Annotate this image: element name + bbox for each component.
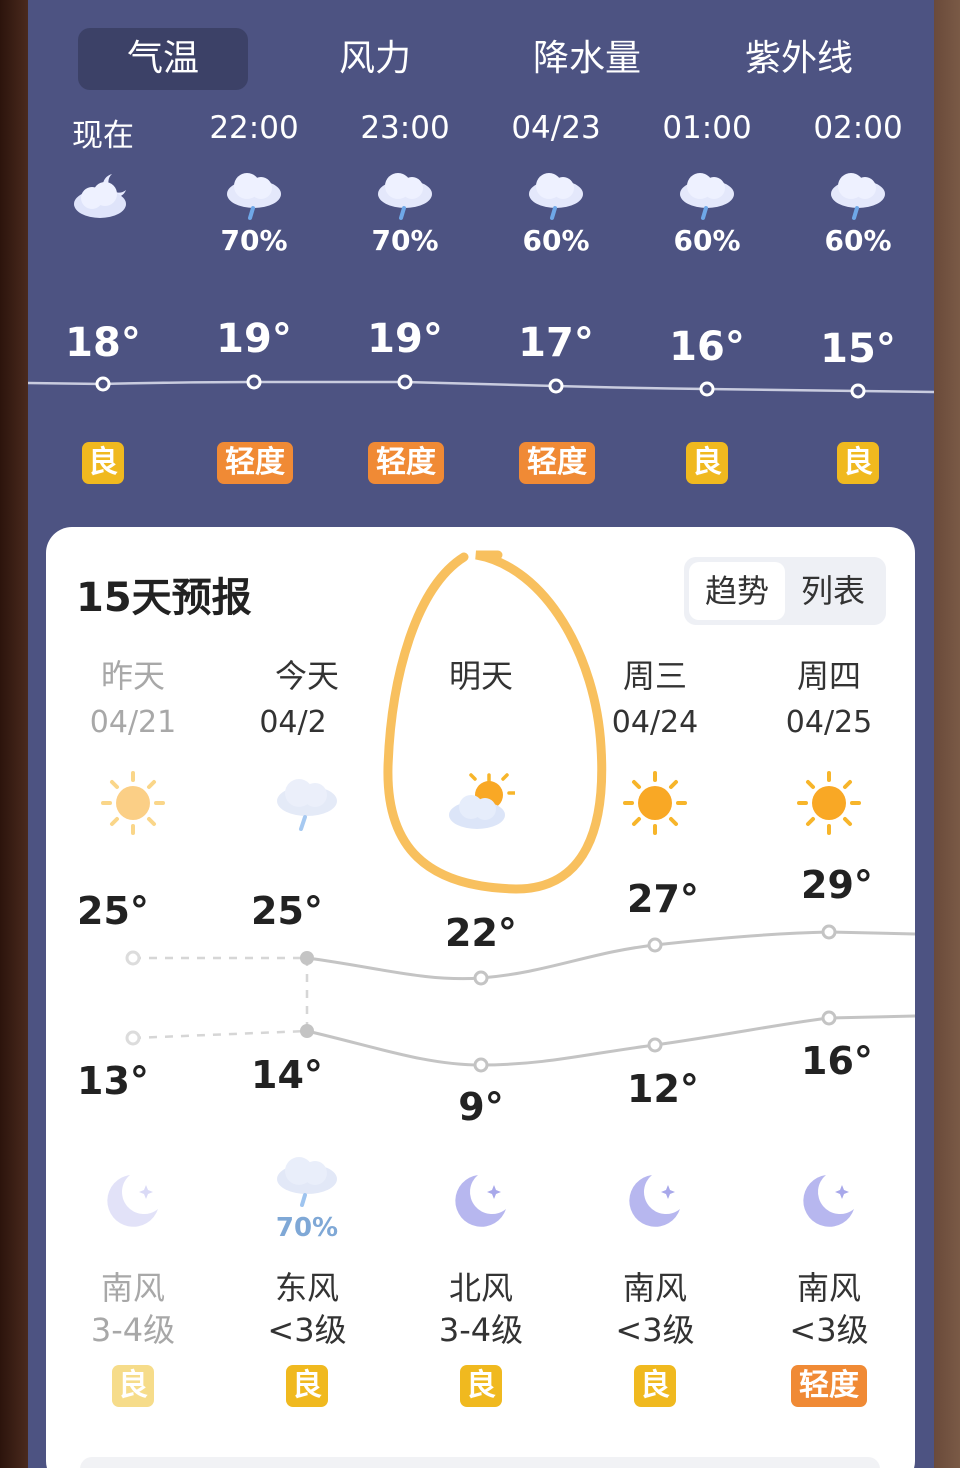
forecast-day-tomorrow[interactable]: 明天 22° 9° 北风 3-4级 良 xyxy=(394,527,568,1468)
sun-icon xyxy=(623,771,687,835)
hour-temperature: 17° xyxy=(518,320,594,366)
aqi-badge: 良 xyxy=(837,442,879,484)
forecast-day-today[interactable]: 今天 04/2 25° 14° 70% 东风 <3级 良 xyxy=(220,527,394,1468)
rain-cloud-icon xyxy=(529,173,583,220)
hour-temperature: 19° xyxy=(216,316,292,362)
right-screen-edge xyxy=(934,0,960,1468)
high-temperature: 25° xyxy=(77,889,149,933)
tab-temperature[interactable]: 气温 xyxy=(78,28,248,90)
hour-temperature: 16° xyxy=(669,324,745,370)
hourly-item-now[interactable]: 现在 18° 良 xyxy=(28,100,178,500)
wind-level: <3级 xyxy=(615,1311,695,1349)
rain-cloud-icon xyxy=(227,173,281,220)
high-temperature: 25° xyxy=(251,889,323,933)
precipitation-chance: 70% xyxy=(371,224,439,257)
day-date: 04/25 xyxy=(785,705,873,740)
low-temperature: 9° xyxy=(458,1085,504,1129)
forecast-day-wednesday[interactable]: 周三 04/24 27° 12° 南风 <3级 良 xyxy=(568,527,742,1468)
hour-time: 02:00 xyxy=(813,110,903,146)
day-name: 周四 xyxy=(796,657,861,695)
forecast-day-yesterday[interactable]: 昨天 04/21 25° 13° 南风 3-4级 良 xyxy=(46,527,220,1468)
hourly-item-2200[interactable]: 22:00 70% 19° 轻度 xyxy=(179,100,329,500)
hour-temperature: 18° xyxy=(65,320,141,366)
night-precipitation-chance: 70% xyxy=(275,1213,339,1243)
wind-direction: 南风 xyxy=(796,1269,861,1307)
precipitation-chance: 70% xyxy=(220,224,288,257)
hour-time: 04/23 xyxy=(511,110,601,146)
forecast-card: 15天预报 趋势 列表 昨天 04/21 25° 13° 南风 3-4级 良 今… xyxy=(46,527,915,1468)
rain-cloud-icon xyxy=(831,173,885,220)
aqi-badge: 良 xyxy=(286,1365,328,1407)
day-name: 明天 xyxy=(448,657,513,695)
moon-cloud-icon xyxy=(74,174,126,218)
low-temperature: 12° xyxy=(627,1067,699,1111)
tab-wind[interactable]: 风力 xyxy=(290,28,460,90)
rain-cloud-icon xyxy=(680,173,734,220)
aqi-badge: 轻度 xyxy=(217,442,293,484)
tab-uv[interactable]: 紫外线 xyxy=(714,28,884,90)
moon-icon xyxy=(107,1175,158,1227)
low-temperature: 16° xyxy=(801,1039,873,1083)
high-temperature: 22° xyxy=(445,911,517,955)
metric-tabs: 气温 风力 降水量 紫外线 xyxy=(78,28,918,90)
hourly-item-2300[interactable]: 23:00 70% 19° 轻度 xyxy=(330,100,480,500)
sun-icon xyxy=(101,771,165,835)
rain-cloud-icon xyxy=(277,1157,337,1207)
aqi-badge: 轻度 xyxy=(791,1365,867,1407)
tab-precipitation[interactable]: 降水量 xyxy=(502,28,672,90)
hour-time: 现在 xyxy=(72,118,134,154)
aqi-badge: 良 xyxy=(82,442,124,484)
hour-time: 22:00 xyxy=(209,110,299,146)
left-screen-edge xyxy=(0,0,28,1468)
precipitation-chance: 60% xyxy=(824,224,892,257)
high-temperature: 27° xyxy=(627,877,699,921)
moon-icon xyxy=(455,1175,506,1227)
moon-icon xyxy=(629,1175,680,1227)
precipitation-chance: 60% xyxy=(673,224,741,257)
hour-temperature: 15° xyxy=(820,326,896,372)
aqi-badge: 轻度 xyxy=(519,442,595,484)
rain-cloud-icon xyxy=(277,779,337,831)
weather-app: 气温 风力 降水量 紫外线 现在 18° 良 22:00 70% 19° 轻度 … xyxy=(28,0,934,1468)
low-temperature: 13° xyxy=(77,1059,149,1103)
day-date: 04/24 xyxy=(611,705,699,740)
rain-cloud-icon xyxy=(378,173,432,220)
day-name: 今天 xyxy=(274,657,339,695)
wind-direction: 南风 xyxy=(622,1269,687,1307)
high-temperature: 29° xyxy=(801,863,873,907)
low-temperature: 14° xyxy=(251,1053,323,1097)
wind-level: <3级 xyxy=(267,1311,347,1349)
aqi-badge: 轻度 xyxy=(368,442,444,484)
hourly-item-0200[interactable]: 02:00 60% 15° 良 xyxy=(783,100,933,500)
wind-level: 3-4级 xyxy=(438,1311,524,1349)
wind-direction: 南风 xyxy=(100,1269,165,1307)
hourly-item-0423[interactable]: 04/23 60% 17° 轻度 xyxy=(481,100,631,500)
hourly-item-0100[interactable]: 01:00 60% 16° 良 xyxy=(632,100,782,500)
sun-icon xyxy=(797,771,861,835)
hour-time: 23:00 xyxy=(360,110,450,146)
moon-icon xyxy=(803,1175,854,1227)
day-name: 昨天 xyxy=(100,657,165,695)
day-date: 04/21 xyxy=(89,705,177,740)
hour-time: 01:00 xyxy=(662,110,752,146)
day-date: 04/2 xyxy=(259,705,327,740)
partly-cloudy-icon xyxy=(449,773,515,829)
aqi-badge: 良 xyxy=(686,442,728,484)
wind-level: <3级 xyxy=(789,1311,869,1349)
hour-temperature: 19° xyxy=(367,316,443,362)
aqi-badge: 良 xyxy=(460,1365,502,1407)
precipitation-chance: 60% xyxy=(522,224,590,257)
forecast-day-thursday[interactable]: 周四 04/25 29° 16° 南风 <3级 轻度 xyxy=(742,527,916,1468)
aqi-badge: 良 xyxy=(112,1365,154,1407)
day-name: 周三 xyxy=(622,657,687,695)
wind-direction: 北风 xyxy=(448,1269,513,1307)
wind-level: 3-4级 xyxy=(90,1311,176,1349)
aqi-badge: 良 xyxy=(634,1365,676,1407)
next-section-peek xyxy=(80,1457,880,1468)
wind-direction: 东风 xyxy=(274,1269,339,1307)
